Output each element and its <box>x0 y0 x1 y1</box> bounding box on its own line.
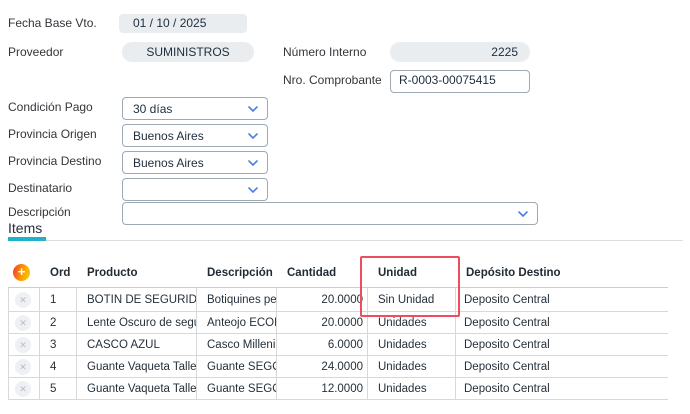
cell-descripcion[interactable]: Anteojo ECOLI... <box>197 312 277 334</box>
proveedor-label: Proveedor <box>8 42 63 62</box>
cell-producto[interactable]: Lente Oscuro de seguri... <box>77 312 197 334</box>
items-table: + Ord Producto Descripción Cantidad Unid… <box>8 258 668 400</box>
cell-deposito[interactable]: Deposito Central <box>456 356 668 378</box>
provincia-destino-select[interactable]: Buenos Aires <box>122 151 268 174</box>
cell-cantidad[interactable]: 12.0000 <box>277 378 368 400</box>
destinatario-select[interactable] <box>122 178 268 201</box>
table-row: ✕ 2 Lente Oscuro de seguri... Anteojo EC… <box>8 312 668 334</box>
cell-ord: 1 <box>40 288 77 312</box>
descripcion-combobox[interactable] <box>122 202 538 225</box>
cell-cantidad[interactable]: 20.0000 <box>277 288 368 312</box>
cell-unidad[interactable]: Unidades <box>368 312 456 334</box>
provincia-destino-value: Buenos Aires <box>133 156 204 170</box>
cell-producto[interactable]: CASCO AZUL <box>77 334 197 356</box>
active-tab-underline <box>8 237 46 241</box>
cell-descripcion[interactable]: Guante SEGO... <box>197 356 277 378</box>
cell-cantidad[interactable]: 6.0000 <box>277 334 368 356</box>
col-header-descripcion: Descripción <box>197 258 277 287</box>
nro-comprobante-input[interactable]: R-0003-00075415 <box>390 70 530 93</box>
items-divider <box>8 240 683 241</box>
table-row: ✕ 3 CASCO AZUL Casco Milleniu... 6.0000 … <box>8 334 668 356</box>
provincia-destino-label: Provincia Destino <box>8 151 101 172</box>
cell-descripcion[interactable]: Guante SEGO... <box>197 378 277 400</box>
delete-row-icon[interactable]: ✕ <box>15 359 31 375</box>
chevron-down-icon <box>517 208 529 220</box>
chevron-down-icon <box>247 103 259 115</box>
delete-row-icon[interactable]: ✕ <box>15 337 31 353</box>
table-header-row: + Ord Producto Descripción Cantidad Unid… <box>8 258 668 288</box>
delete-row-icon[interactable]: ✕ <box>15 381 31 397</box>
provincia-origen-select[interactable]: Buenos Aires <box>122 124 268 147</box>
chevron-down-icon <box>247 157 259 169</box>
nro-comprobante-label: Nro. Comprobante <box>283 70 382 91</box>
cell-unidad[interactable]: Unidades <box>368 378 456 400</box>
cell-cantidad[interactable]: 24.0000 <box>277 356 368 378</box>
provincia-origen-label: Provincia Origen <box>8 124 97 145</box>
cell-ord: 4 <box>40 356 77 378</box>
cell-ord: 2 <box>40 312 77 334</box>
destinatario-label: Destinatario <box>8 178 72 199</box>
numero-interno-field: 2225 <box>390 42 530 62</box>
add-row-button[interactable]: + <box>13 264 30 281</box>
numero-interno-label: Número Interno <box>283 42 366 62</box>
chevron-down-icon <box>247 184 259 196</box>
cell-ord: 3 <box>40 334 77 356</box>
cell-unidad[interactable]: Unidades <box>368 334 456 356</box>
cell-ord: 5 <box>40 378 77 400</box>
chevron-down-icon <box>247 130 259 142</box>
condicion-pago-value: 30 días <box>133 102 172 116</box>
col-header-ord: Ord <box>40 258 77 287</box>
cell-producto[interactable]: Guante Vaqueta Talle 10 <box>77 356 197 378</box>
condicion-pago-select[interactable]: 30 días <box>122 97 268 120</box>
condicion-pago-label: Condición Pago <box>8 97 93 118</box>
cell-descripcion[interactable]: Casco Milleniu... <box>197 334 277 356</box>
provincia-origen-value: Buenos Aires <box>133 129 204 143</box>
fecha-base-label: Fecha Base Vto. <box>8 14 97 33</box>
cell-deposito[interactable]: Deposito Central <box>456 378 668 400</box>
table-row: ✕ 5 Guante Vaqueta Talle 11 Guante SEGO.… <box>8 378 668 400</box>
table-row: ✕ 4 Guante Vaqueta Talle 10 Guante SEGO.… <box>8 356 668 378</box>
tab-items[interactable]: Items <box>8 220 42 236</box>
table-row: ✕ 1 BOTIN DE SEGURIDAD Botiquines peq...… <box>8 288 668 312</box>
cell-deposito[interactable]: Deposito Central <box>456 312 668 334</box>
cell-descripcion[interactable]: Botiquines peq... <box>197 288 277 312</box>
cell-cantidad[interactable]: 20.0000 <box>277 312 368 334</box>
cell-deposito[interactable]: Deposito Central <box>456 288 668 312</box>
proveedor-field: SUMINISTROS <box>122 42 254 62</box>
col-header-cantidad: Cantidad <box>277 258 368 287</box>
delete-row-icon[interactable]: ✕ <box>15 292 31 308</box>
delete-row-icon[interactable]: ✕ <box>15 315 31 331</box>
col-header-unidad: Unidad <box>368 258 456 287</box>
cell-producto[interactable]: Guante Vaqueta Talle 11 <box>77 378 197 400</box>
cell-unidad[interactable]: Sin Unidad <box>368 288 456 312</box>
cell-deposito[interactable]: Deposito Central <box>456 334 668 356</box>
cell-producto[interactable]: BOTIN DE SEGURIDAD <box>77 288 197 312</box>
fecha-base-field: 01 / 10 / 2025 <box>119 14 247 33</box>
col-header-producto: Producto <box>77 258 197 287</box>
col-header-deposito: Depósito Destino <box>456 258 668 287</box>
cell-unidad[interactable]: Unidades <box>368 356 456 378</box>
